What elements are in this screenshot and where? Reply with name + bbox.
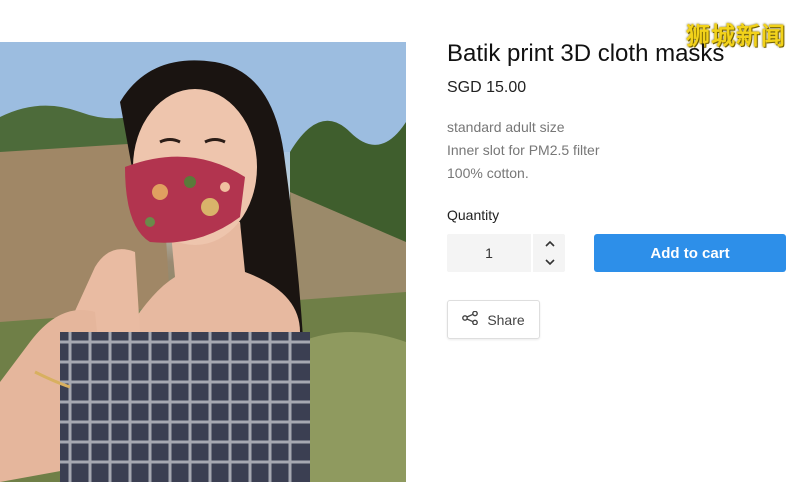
product-price: SGD 15.00 [447,79,527,96]
chevron-down-icon[interactable] [533,253,567,272]
share-button[interactable]: Share [447,300,540,339]
description-line: Inner slot for PM2.5 filter [447,142,600,158]
product-title: Batik print 3D cloth masks [447,40,725,67]
quantity-stepper: 1 [447,234,565,272]
share-label: Share [487,311,525,328]
chevron-up-icon[interactable] [533,234,567,253]
description-line: 100% cotton. [447,165,529,181]
product-image [0,42,406,482]
share-icon [462,310,479,328]
product-description: standard adult size Inner slot for PM2.5… [447,116,600,185]
description-line: standard adult size [447,119,565,135]
add-to-cart-button[interactable]: Add to cart [594,234,786,272]
quantity-label: Quantity [447,207,500,223]
quantity-input[interactable]: 1 [447,234,531,272]
quantity-arrows [531,234,567,272]
